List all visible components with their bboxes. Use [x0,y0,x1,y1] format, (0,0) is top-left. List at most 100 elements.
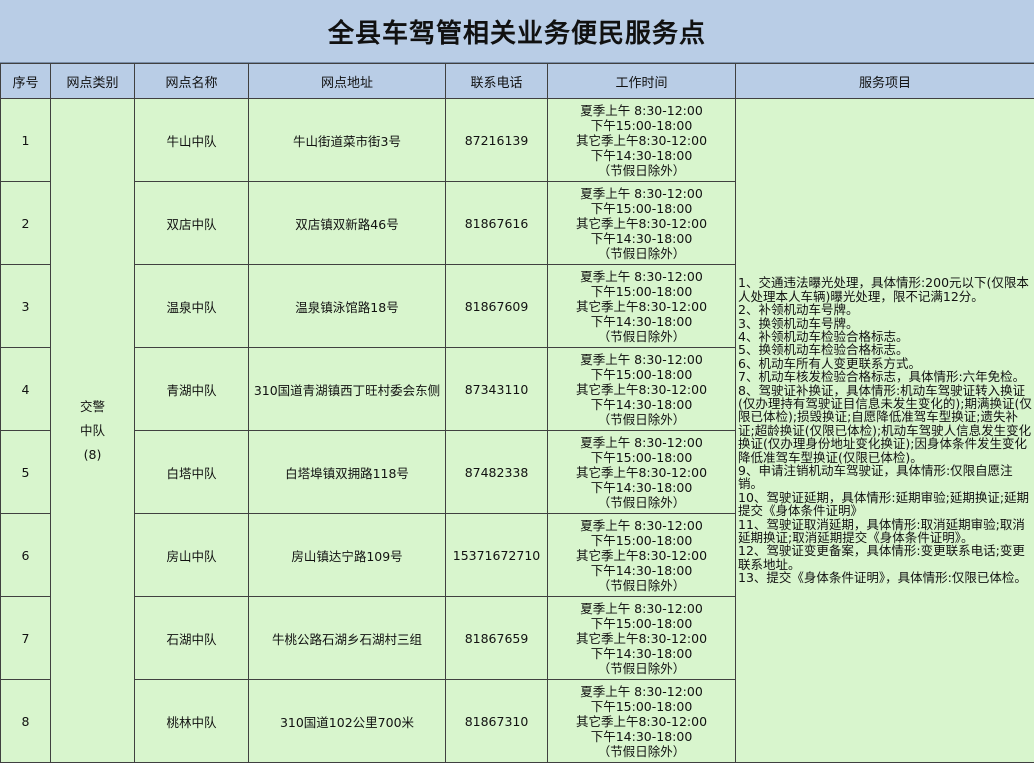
cell-no[interactable]: 4 [1,348,51,431]
hours-line: 下午15:00-18:00 [548,367,735,382]
hours-line: 其它季上午8:30-12:00 [548,548,735,563]
cell-hours[interactable]: 夏季上午 8:30-12:00 下午15:00-18:00 其它季上午8:30-… [548,182,736,265]
cell-address[interactable]: 温泉镇泳馆路18号 [249,265,446,348]
hours-line: 其它季上午8:30-12:00 [548,465,735,480]
hours-line: 其它季上午8:30-12:00 [548,216,735,231]
cell-phone[interactable]: 81867310 [446,680,548,763]
header-row: 序号 网点类别 网点名称 网点地址 联系电话 工作时间 服务项目 [1,64,1034,99]
cell-name[interactable]: 青湖中队 [135,348,249,431]
cell-address[interactable]: 310国道青湖镇西丁旺村委会东侧 [249,348,446,431]
cell-hours[interactable]: 夏季上午 8:30-12:00 下午15:00-18:00 其它季上午8:30-… [548,431,736,514]
page-title: 全县车驾管相关业务便民服务点 [328,13,706,50]
hours-line: 夏季上午 8:30-12:00 [548,435,735,450]
cell-category[interactable]: 交警中队 (8) [51,99,135,763]
cell-address[interactable]: 牛桃公路石湖乡石湖村三组 [249,597,446,680]
cell-hours[interactable]: 夏季上午 8:30-12:00 下午15:00-18:00 其它季上午8:30-… [548,680,736,763]
cell-phone[interactable]: 87216139 [446,99,548,182]
table-body: 1 交警中队 (8) 牛山中队 牛山街道菜市街3号 87216139 夏季上午 … [1,99,1034,763]
header-name[interactable]: 网点名称 [135,64,249,99]
title-bar: 全县车驾管相关业务便民服务点 [0,0,1034,63]
hours-line: 夏季上午 8:30-12:00 [548,352,735,367]
cell-name[interactable]: 牛山中队 [135,99,249,182]
hours-line: （节假日除外） [548,163,735,178]
header-category[interactable]: 网点类别 [51,64,135,99]
cell-phone[interactable]: 87482338 [446,431,548,514]
hours-line: （节假日除外） [548,246,735,261]
header-phone[interactable]: 联系电话 [446,64,548,99]
cell-phone[interactable]: 15371672710 [446,514,548,597]
cell-no[interactable]: 3 [1,265,51,348]
hours-line: 其它季上午8:30-12:00 [548,382,735,397]
cell-phone[interactable]: 81867659 [446,597,548,680]
cell-address[interactable]: 牛山街道菜市街3号 [249,99,446,182]
header-address[interactable]: 网点地址 [249,64,446,99]
cell-name[interactable]: 石湖中队 [135,597,249,680]
service-item: 8、驾驶证补换证，具体情形:机动车驾驶证转入换证(仅办理持有驾驶证目信息未发生变… [738,384,1032,464]
hours-line: 夏季上午 8:30-12:00 [548,684,735,699]
hours-line: 下午14:30-18:00 [548,646,735,661]
service-item: 2、补领机动车号牌。 [738,303,1032,316]
cell-no[interactable]: 1 [1,99,51,182]
cell-no[interactable]: 7 [1,597,51,680]
cell-no[interactable]: 6 [1,514,51,597]
cell-address[interactable]: 房山镇达宁路109号 [249,514,446,597]
service-item: 5、换领机动车检验合格标志。 [738,343,1032,356]
cell-name[interactable]: 温泉中队 [135,265,249,348]
cell-no[interactable]: 8 [1,680,51,763]
cell-hours[interactable]: 夏季上午 8:30-12:00 下午15:00-18:00 其它季上午8:30-… [548,348,736,431]
hours-line: （节假日除外） [548,744,735,759]
hours-line: 下午15:00-18:00 [548,699,735,714]
hours-line: 夏季上午 8:30-12:00 [548,269,735,284]
hours-line: （节假日除外） [548,329,735,344]
cell-name[interactable]: 白塔中队 [135,431,249,514]
hours-line: 下午14:30-18:00 [548,148,735,163]
service-item: 11、驾驶证取消延期，具体情形:取消延期审验;取消延期换证;取消延期提交《身体条… [738,518,1032,545]
hours-line: 下午14:30-18:00 [548,480,735,495]
hours-line: 夏季上午 8:30-12:00 [548,518,735,533]
hours-line: 下午14:30-18:00 [548,397,735,412]
cell-services[interactable]: 1、交通违法曝光处理，具体情形:200元以下(仅限本人处理本人车辆)曝光处理，限… [736,99,1034,763]
cell-address[interactable]: 双店镇双新路46号 [249,182,446,265]
cell-address[interactable]: 310国道102公里700米 [249,680,446,763]
hours-line: 下午15:00-18:00 [548,201,735,216]
cell-name[interactable]: 桃林中队 [135,680,249,763]
hours-line: 下午15:00-18:00 [548,533,735,548]
category-count: (8) [84,447,102,462]
service-item: 10、驾驶证延期，具体情形:延期审验;延期换证;延期提交《身体条件证明》 [738,491,1032,518]
hours-line: 其它季上午8:30-12:00 [548,714,735,729]
hours-line: 下午15:00-18:00 [548,284,735,299]
hours-line: 夏季上午 8:30-12:00 [548,601,735,616]
header-no[interactable]: 序号 [1,64,51,99]
hours-line: （节假日除外） [548,578,735,593]
cell-address[interactable]: 白塔埠镇双拥路118号 [249,431,446,514]
header-services[interactable]: 服务项目 [736,64,1034,99]
service-item: 9、申请注销机动车驾驶证，具体情形:仅限自愿注销。 [738,464,1032,491]
hours-line: （节假日除外） [548,412,735,427]
hours-line: 下午14:30-18:00 [548,563,735,578]
hours-line: 下午15:00-18:00 [548,616,735,631]
cell-phone[interactable]: 81867609 [446,265,548,348]
hours-line: 其它季上午8:30-12:00 [548,133,735,148]
cell-hours[interactable]: 夏季上午 8:30-12:00 下午15:00-18:00 其它季上午8:30-… [548,265,736,348]
header-hours[interactable]: 工作时间 [548,64,736,99]
service-item: 7、机动车核发检验合格标志，具体情形:六年免检。 [738,370,1032,383]
service-points-table: 序号 网点类别 网点名称 网点地址 联系电话 工作时间 服务项目 1 交警中队 … [0,63,1034,763]
cell-no[interactable]: 2 [1,182,51,265]
cell-name[interactable]: 双店中队 [135,182,249,265]
cell-no[interactable]: 5 [1,431,51,514]
hours-line: 下午14:30-18:00 [548,231,735,246]
cell-name[interactable]: 房山中队 [135,514,249,597]
service-item: 1、交通违法曝光处理，具体情形:200元以下(仅限本人处理本人车辆)曝光处理，限… [738,276,1032,303]
cell-hours[interactable]: 夏季上午 8:30-12:00 下午15:00-18:00 其它季上午8:30-… [548,99,736,182]
hours-line: （节假日除外） [548,495,735,510]
cell-phone[interactable]: 87343110 [446,348,548,431]
cell-hours[interactable]: 夏季上午 8:30-12:00 下午15:00-18:00 其它季上午8:30-… [548,597,736,680]
service-item: 13、提交《身体条件证明》，具体情形:仅限已体检。 [738,571,1032,584]
service-item: 4、补领机动车检验合格标志。 [738,330,1032,343]
cell-phone[interactable]: 81867616 [446,182,548,265]
hours-line: 其它季上午8:30-12:00 [548,299,735,314]
cell-hours[interactable]: 夏季上午 8:30-12:00 下午15:00-18:00 其它季上午8:30-… [548,514,736,597]
hours-line: 下午14:30-18:00 [548,729,735,744]
hours-line: 夏季上午 8:30-12:00 [548,103,735,118]
hours-line: 夏季上午 8:30-12:00 [548,186,735,201]
